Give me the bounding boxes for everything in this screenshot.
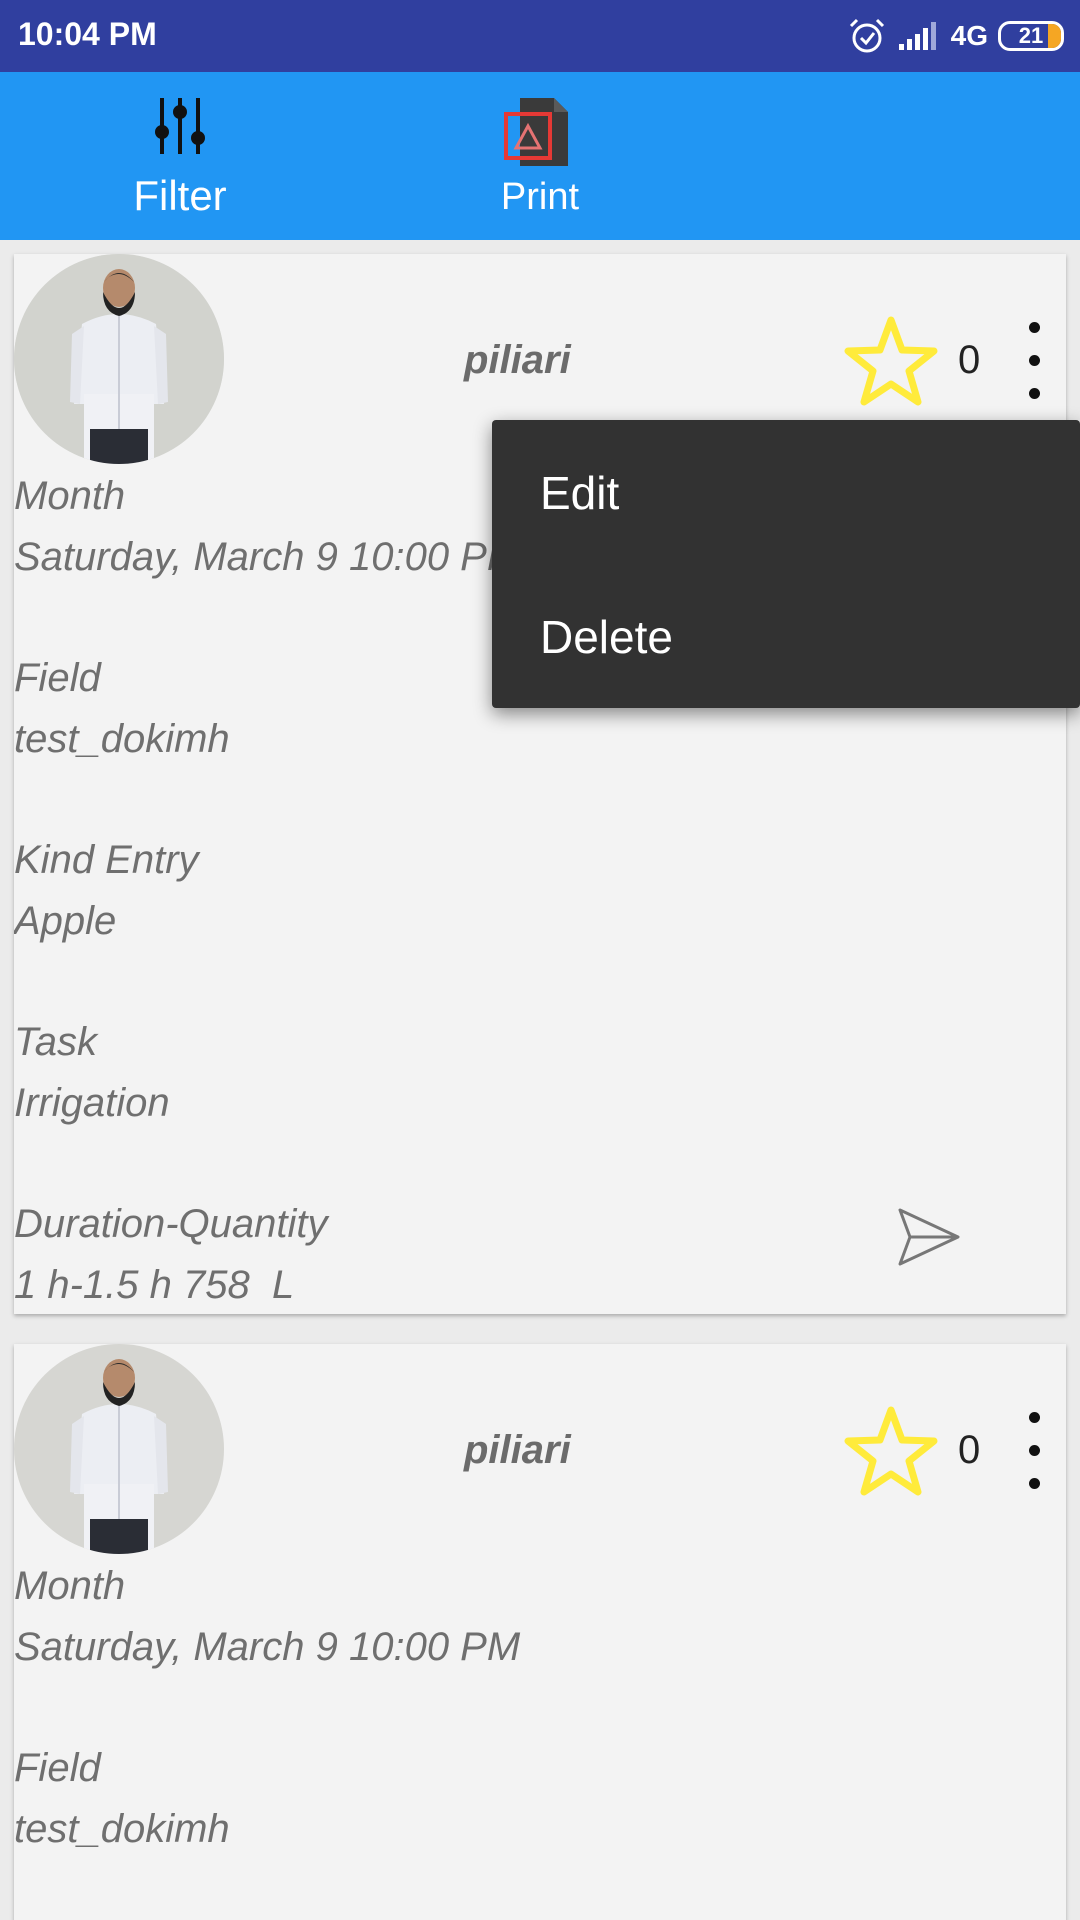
status-bar: 10:04 PM 4G 21	[0, 0, 1080, 72]
more-options-icon[interactable]	[1022, 322, 1046, 399]
signal-icon	[898, 22, 936, 50]
month-value: Saturday, March 9 10:00 PM	[14, 535, 521, 579]
avatar[interactable]	[14, 254, 224, 464]
status-time: 10:04 PM	[18, 16, 157, 52]
star-icon[interactable]	[844, 314, 938, 408]
field-label: Field	[14, 656, 101, 700]
status-icons: 4G 21	[847, 14, 1064, 58]
duration-label: Duration-Quantity	[14, 1202, 328, 1246]
month-label: Month	[14, 474, 126, 518]
task-value: Irrigation	[14, 1081, 170, 1125]
sliders-icon	[155, 98, 205, 154]
star-count: 0	[958, 338, 981, 382]
more-options-icon[interactable]	[1022, 1412, 1046, 1489]
pdf-file-icon	[504, 98, 568, 166]
username[interactable]: piliari	[464, 1428, 571, 1473]
avatar[interactable]	[14, 1344, 224, 1554]
print-label: Print	[500, 176, 580, 218]
field-value: test_dokimh	[14, 1807, 230, 1851]
month-label: Month	[14, 1564, 126, 1608]
context-menu: Edit Delete	[492, 420, 1080, 708]
avatar-photo	[14, 1344, 224, 1554]
post-card: piliari 0 Month Saturday, March 9 10:00 …	[14, 1344, 1066, 1920]
field-value: test_dokimh	[14, 717, 230, 761]
battery-percent: 21	[1018, 23, 1044, 48]
task-label: Task	[14, 1020, 98, 1064]
month-value: Saturday, March 9 10:00 PM	[14, 1625, 521, 1669]
field-label: Field	[14, 1746, 101, 1790]
menu-item-edit[interactable]: Edit	[540, 466, 619, 520]
alarm-icon	[849, 18, 884, 53]
print-button[interactable]: Print	[430, 72, 650, 240]
send-icon[interactable]	[894, 1204, 964, 1270]
avatar-photo	[14, 254, 224, 464]
filter-button[interactable]: Filter	[70, 72, 290, 240]
network-type: 4G	[950, 20, 988, 51]
battery-icon: 21	[998, 21, 1064, 51]
top-toolbar: Filter Print	[0, 72, 1080, 240]
kind-label: Kind Entry	[14, 838, 199, 882]
menu-item-delete[interactable]: Delete	[540, 610, 673, 664]
star-icon[interactable]	[844, 1404, 938, 1498]
duration-value: 1 h-1.5 h 758 L	[14, 1263, 295, 1307]
kind-value: Apple	[14, 899, 117, 943]
post-card: piliari 0 Month Saturday, March 9 10:00 …	[14, 254, 1066, 1314]
username[interactable]: piliari	[464, 338, 571, 383]
filter-label: Filter	[133, 172, 227, 219]
star-count: 0	[958, 1428, 981, 1472]
